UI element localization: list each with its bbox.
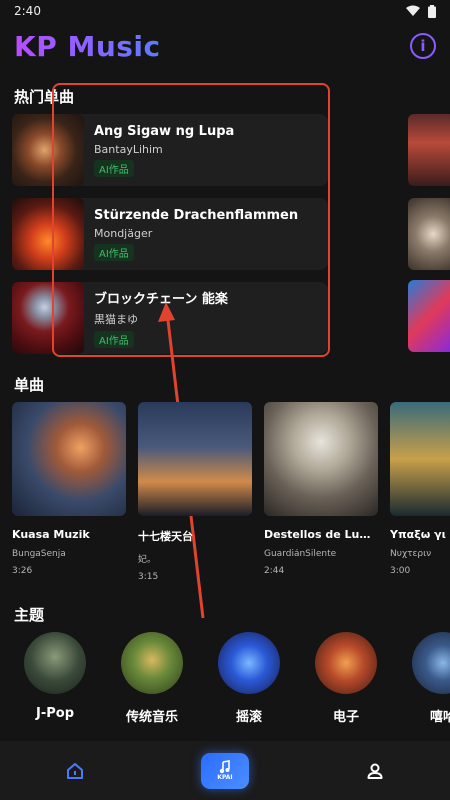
status-bar: 2:40 (0, 0, 450, 22)
song-title: Kuasa Muzik (12, 528, 90, 541)
song-title: Stürzende Drachenflammen (94, 207, 299, 223)
ai-badge: AI作品 (94, 331, 134, 348)
theme-item[interactable]: 传统音乐 (121, 632, 183, 728)
song-cover (12, 402, 126, 516)
song-title: ブロックチェーン 能楽 (94, 292, 228, 307)
theme-cover (24, 632, 86, 694)
wifi-icon (406, 5, 420, 16)
song-artist: 黒猫まゆ (94, 313, 138, 326)
song-cover (264, 402, 378, 516)
theme-item[interactable]: 摇滚 (218, 632, 280, 728)
battery-icon (428, 4, 436, 18)
nav-home[interactable] (50, 749, 100, 793)
song-cover (390, 402, 450, 516)
hot-singles-list: Ang Sigaw ng Lupa BantayLihim AI作品 Stürz… (12, 114, 328, 366)
kpai-label: KPAI (217, 774, 233, 781)
nav-profile[interactable] (350, 749, 400, 793)
theme-cover (218, 632, 280, 694)
song-cover (138, 402, 252, 516)
singles-list: Kuasa Muzik BungaSenja 3:26 十七楼天台 妃。 3:1… (12, 402, 450, 592)
hot-single-item[interactable]: ブロックチェーン 能楽 黒猫まゆ AI作品 (12, 282, 328, 354)
single-card[interactable]: Υπαξω γι Νυχτεριν 3:00 (390, 402, 450, 592)
hot-single-item[interactable]: Ang Sigaw ng Lupa BantayLihim AI作品 (12, 114, 328, 186)
status-icons (406, 4, 436, 18)
theme-cover (315, 632, 377, 694)
info-icon[interactable]: i (410, 33, 436, 59)
song-duration: 3:15 (138, 572, 159, 582)
song-duration: 3:26 (12, 566, 33, 576)
single-card[interactable]: 十七楼天台 妃。 3:15 (138, 402, 252, 592)
section-title-themes: 主题 (14, 606, 45, 624)
song-artist: BungaSenja (12, 549, 66, 559)
theme-item[interactable]: 电子 (315, 632, 377, 728)
home-icon (67, 762, 84, 779)
app-header: KP Music i (0, 22, 450, 70)
theme-label: 嘻哈 (429, 710, 450, 725)
song-artist: Νυχτεριν (390, 549, 432, 559)
song-cover (12, 114, 84, 186)
song-cover (12, 198, 84, 270)
section-title-singles: 单曲 (14, 376, 45, 394)
theme-cover (121, 632, 183, 694)
theme-label: 电子 (332, 710, 359, 725)
theme-item[interactable]: J-Pop (24, 632, 86, 728)
song-title: Destellos de Luna ... (264, 528, 378, 541)
theme-item[interactable]: 嘻哈 (412, 632, 450, 728)
themes-list: J-Pop 传统音乐 摇滚 电子 嘻哈 (24, 632, 450, 728)
song-title: Ang Sigaw ng Lupa (94, 123, 235, 139)
hot-single-item[interactable]: Stürzende Drachenflammen Mondjäger AI作品 (12, 198, 328, 270)
bottom-nav: KPAI (0, 741, 450, 800)
ai-badge: AI作品 (94, 159, 134, 177)
song-title: 十七楼天台 (138, 530, 193, 543)
theme-label: J-Pop (36, 706, 74, 721)
song-artist: Mondjäger (94, 226, 153, 240)
song-artist: GuardiánSilente (264, 549, 337, 559)
theme-label: 摇滚 (235, 710, 262, 725)
song-cover (12, 282, 84, 354)
song-cover-partial[interactable] (408, 114, 450, 186)
song-artist: 妃。 (138, 555, 157, 565)
song-cover-partial[interactable] (408, 280, 450, 352)
song-duration: 3:00 (390, 566, 411, 576)
app-title: KP Music (14, 29, 161, 63)
section-title-hot: 热门单曲 (14, 88, 75, 106)
single-card[interactable]: Kuasa Muzik BungaSenja 3:26 (12, 402, 126, 592)
theme-label: 传统音乐 (125, 710, 178, 725)
song-artist: BantayLihim (94, 142, 163, 156)
ai-badge: AI作品 (94, 243, 134, 261)
music-note-icon (219, 760, 230, 774)
single-card[interactable]: Destellos de Luna ... GuardiánSilente 2:… (264, 402, 378, 592)
song-cover-partial[interactable] (408, 198, 450, 270)
song-title: Υπαξω γι (390, 528, 446, 541)
user-icon (367, 763, 383, 779)
status-time: 2:40 (14, 4, 41, 18)
song-duration: 2:44 (264, 566, 285, 576)
nav-kpai[interactable]: KPAI (200, 752, 249, 789)
theme-cover (412, 632, 450, 694)
